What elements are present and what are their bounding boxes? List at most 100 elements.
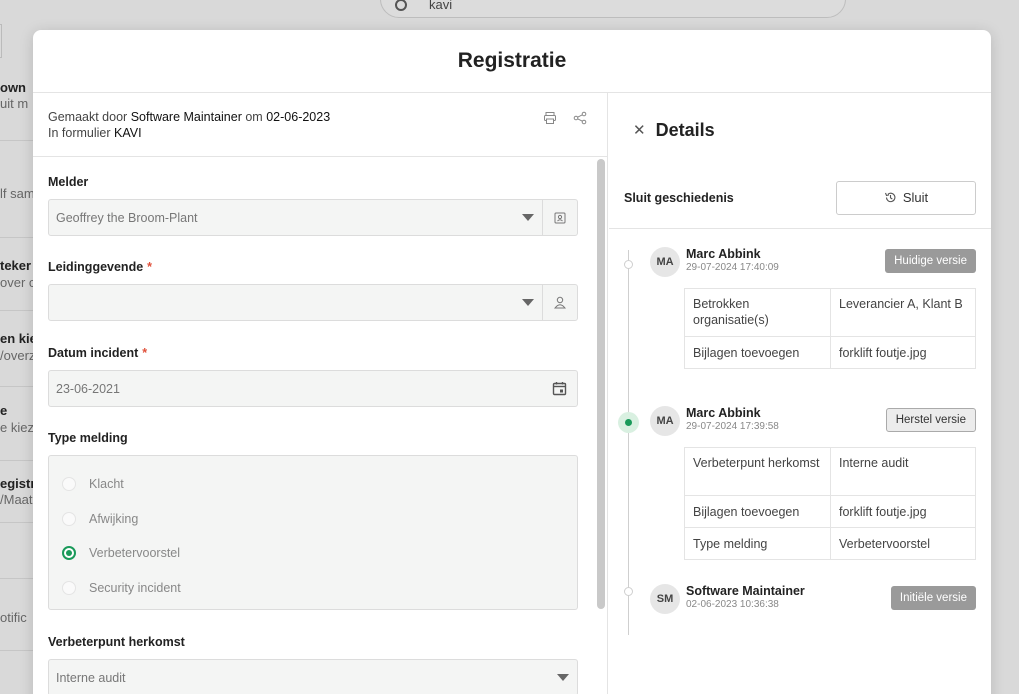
background-item: teker: [0, 258, 32, 273]
version-author: Marc Abbink 29-07-2024 17:40:09: [686, 247, 779, 274]
avatar: SM: [650, 584, 680, 614]
radio-button[interactable]: [62, 546, 76, 561]
chevron-down-icon: [522, 299, 534, 306]
version-date: 29-07-2024 17:40:09: [686, 262, 779, 273]
version-header: MA Marc Abbink 29-07-2024 17:40:09 Huidige …: [650, 247, 976, 279]
changes-table: Betrokken organisatie(s) Leverancier A, K…: [684, 288, 976, 369]
background-search-text: kavi: [429, 0, 453, 12]
radio-button[interactable]: [62, 477, 76, 492]
option-label: Verbetervoorstel: [89, 546, 181, 561]
change-value: forklift foutje.jpg: [830, 336, 976, 369]
background-search-bar[interactable]: kavi: [380, 0, 846, 18]
chevron-down-icon: [522, 214, 534, 221]
background-item: e: [0, 403, 8, 418]
timeline-line: [628, 250, 629, 635]
timeline-dot: [624, 587, 633, 596]
background-divider: [0, 650, 34, 651]
chevron-down-icon: [557, 674, 569, 681]
radio-button[interactable]: [62, 580, 76, 595]
background-item: uit m: [0, 96, 29, 111]
background-item: otific: [0, 610, 27, 625]
change-field: Verbeterpunt herkomst: [684, 447, 831, 496]
background-item: own: [0, 80, 26, 95]
option-label: Security incident: [89, 580, 181, 595]
table-row: Verbeterpunt herkomst Interne audit: [684, 447, 976, 496]
contact-card-icon: [554, 212, 566, 223]
version-author: Software Maintainer 02-06-2023 10:36:38: [686, 584, 805, 611]
version-header: MA Marc Abbink 29-07-2024 17:39:58 Herstel …: [650, 406, 976, 438]
option-label: Afwijking: [89, 511, 139, 526]
details-title: Details: [655, 119, 715, 140]
registration-modal: Registratie Gemaakt door Software Mainta…: [33, 30, 991, 694]
history-row: Sluit geschiedenis Sluit: [609, 167, 991, 229]
background-divider: [0, 578, 34, 579]
table-row: Bijlagen toevoegen forklift foutje.jpg: [684, 336, 976, 369]
details-header: ✕ Details: [609, 93, 991, 167]
melder-label: Melder: [48, 175, 89, 189]
background-divider: [0, 460, 34, 461]
type-melding-option[interactable]: Afwijking: [49, 502, 577, 537]
version-header: SM Software Maintainer 02-06-2023 10:36:38…: [650, 584, 976, 616]
version-timeline: MA Marc Abbink 29-07-2024 17:40:09 Huidige …: [609, 230, 991, 694]
melder-value: Geoffrey the Broom-Plant: [56, 210, 198, 225]
author-name: Marc Abbink: [686, 247, 761, 261]
radio-button[interactable]: [62, 511, 76, 526]
leidinggevende-select[interactable]: [48, 284, 578, 321]
melder-lookup-button[interactable]: [542, 200, 577, 235]
background-divider: [0, 140, 34, 141]
change-value: Interne audit: [830, 447, 976, 496]
modal-header: Registratie: [33, 30, 991, 93]
changes-table: Verbeterpunt herkomst Interne audit Bijlag…: [684, 447, 976, 560]
type-melding-option[interactable]: Klacht: [49, 467, 577, 502]
option-label: Klacht: [89, 477, 124, 492]
avatar: MA: [650, 247, 680, 277]
version-badge: Huidige versie: [885, 249, 976, 273]
meta-made-by: Gemaakt door: [48, 110, 128, 124]
close-icon[interactable]: ✕: [633, 121, 646, 139]
meta-form-name: KAVI: [114, 126, 142, 140]
author-name: Marc Abbink: [686, 406, 761, 420]
type-melding-option[interactable]: Verbetervoorstel: [49, 536, 577, 571]
background-item: over c: [0, 275, 36, 290]
details-pane: ✕ Details Sluit geschiedenis Sluit MA Mar…: [609, 93, 991, 694]
leidinggevende-user-button[interactable]: [542, 285, 577, 320]
version-entry: MA Marc Abbink 29-07-2024 17:39:58 Herstel …: [650, 406, 976, 560]
verbeterpunt-value: Interne audit: [56, 670, 126, 685]
print-icon[interactable]: [543, 111, 557, 125]
change-field: Betrokken organisatie(s): [684, 288, 831, 337]
background-divider: [0, 522, 34, 523]
version-date: 29-07-2024 17:39:58: [686, 421, 779, 432]
avatar: MA: [650, 406, 680, 436]
type-melding-radio-group: Klacht Afwijking Verbetervoorstel Security …: [48, 455, 578, 610]
share-icon[interactable]: [573, 111, 587, 125]
meta-date: 02-06-2023: [266, 110, 331, 124]
meta-form-prefix: In formulier: [48, 126, 111, 140]
user-icon: [554, 296, 566, 309]
background-item: lf sam: [0, 186, 35, 201]
type-melding-option[interactable]: Security incident: [49, 571, 577, 606]
history-icon: [884, 192, 896, 203]
background-item: /Maat: [0, 492, 33, 507]
close-history-button[interactable]: Sluit: [836, 180, 976, 215]
form-scrollbar[interactable]: [597, 159, 605, 609]
melder-select[interactable]: Geoffrey the Broom-Plant: [48, 199, 578, 236]
change-field: Type melding: [684, 527, 831, 560]
version-author: Marc Abbink 29-07-2024 17:39:58: [686, 406, 779, 433]
table-row: Type melding Verbetervoorstel: [684, 527, 976, 560]
restore-version-button[interactable]: Herstel versie: [885, 408, 976, 432]
datum-input[interactable]: 23-06-2021: [48, 370, 578, 407]
registration-form: Melder Geoffrey the Broom-Plant Leidingg…: [33, 157, 593, 694]
calendar-icon[interactable]: [552, 381, 567, 396]
table-row: Betrokken organisatie(s) Leverancier A, K…: [684, 288, 976, 337]
search-icon: [395, 0, 407, 11]
verbeterpunt-select[interactable]: Interne audit: [48, 659, 578, 694]
background-divider: [0, 237, 34, 238]
datum-label: Datum incident *: [48, 346, 148, 360]
modal-title: Registratie: [457, 49, 567, 72]
background-divider: [0, 386, 34, 387]
form-pane: Gemaakt door Software Maintainer om 02-0…: [33, 93, 608, 694]
background-divider: [0, 310, 34, 311]
background-panel-edge: [0, 24, 2, 58]
verbeterpunt-label: Verbeterpunt herkomst: [48, 635, 185, 649]
table-row: Bijlagen toevoegen forklift foutje.jpg: [684, 495, 976, 528]
